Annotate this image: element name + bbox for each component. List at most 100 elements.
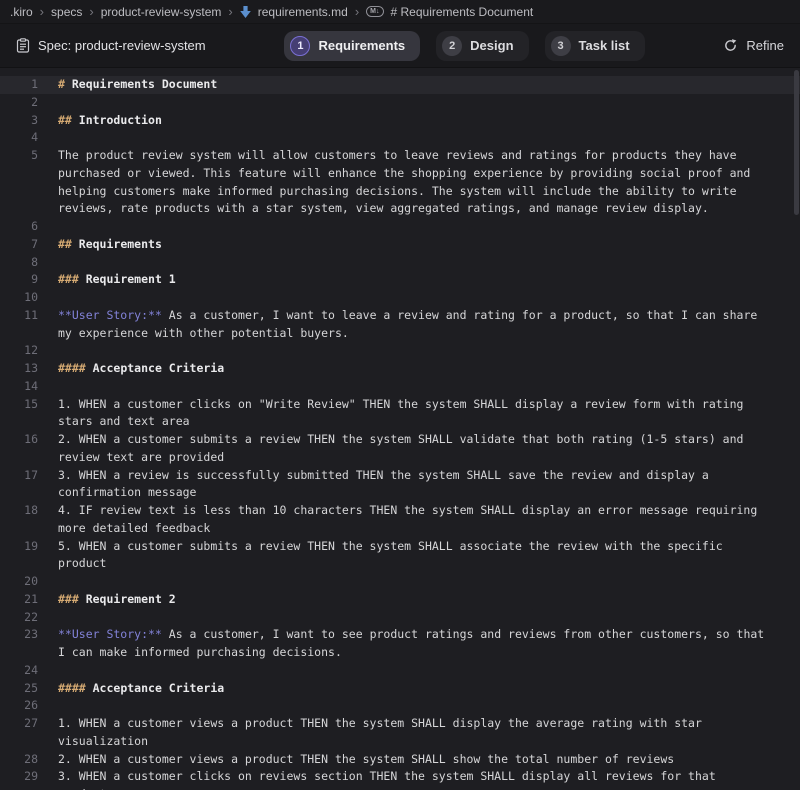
tab-requirements[interactable]: 1 Requirements <box>284 31 420 61</box>
line-number: 6 <box>0 218 38 236</box>
editor-line[interactable]: 17 3. WHEN a review is successfully submi… <box>0 467 800 503</box>
breadcrumb-item-kiro[interactable]: .kiro <box>10 5 33 19</box>
editor-line[interactable]: 27 1. WHEN a customer views a product THE… <box>0 715 800 751</box>
line-number: 14 <box>0 378 38 396</box>
line-number: 17 <box>0 467 38 485</box>
line-number: 27 <box>0 715 38 733</box>
line-number: 29 <box>0 768 38 786</box>
editor-line[interactable]: 21 ### Requirement 2 <box>0 591 800 609</box>
editor-line[interactable]: 151. WHEN a customer clicks on "Write Re… <box>0 396 800 432</box>
line-number: 18 <box>0 502 38 520</box>
editor-line[interactable]: 3 ## Introduction <box>0 112 800 130</box>
tab-task-list-label: Task list <box>579 38 630 53</box>
editor-line[interactable]: 10 <box>0 289 800 307</box>
editor-scrollbar[interactable] <box>794 70 799 215</box>
refine-button[interactable]: Refine <box>723 38 784 53</box>
editor-line[interactable]: 6 <box>0 218 800 236</box>
markdown-editor[interactable]: 1 # Requirements Document 23 ## Introductio… <box>0 68 800 790</box>
tab-task-list[interactable]: 3 Task list <box>545 31 645 61</box>
line-number: 24 <box>0 662 38 680</box>
editor-line[interactable]: 28 2. WHEN a customer views a product THE… <box>0 751 800 769</box>
line-number: 3 <box>0 112 38 130</box>
line-content[interactable]: ### Requirement 2 <box>58 591 800 609</box>
tab-task-list-badge: 3 <box>551 36 571 56</box>
editor-line[interactable]: 8 <box>0 254 800 272</box>
line-content[interactable]: ### Requirement 1 <box>58 271 800 289</box>
line-number: 28 <box>0 751 38 769</box>
line-content[interactable]: **User Story:** As a customer, I want to… <box>58 626 800 662</box>
editor-line[interactable]: 25#### Acceptance Criteria <box>0 680 800 698</box>
line-content[interactable] <box>58 573 800 591</box>
line-content[interactable] <box>58 662 800 680</box>
line-number: 5 <box>0 147 38 165</box>
line-content[interactable]: 1. WHEN a customer views a product THEN … <box>58 715 800 751</box>
tab-design[interactable]: 2 Design <box>436 31 528 61</box>
line-number: 23 <box>0 626 38 644</box>
breadcrumb: .kiro › specs › product-review-system › … <box>0 0 800 24</box>
editor-line[interactable]: 19 5. WHEN a customer submits a review TH… <box>0 538 800 574</box>
breadcrumb-item-requirements-md[interactable]: requirements.md <box>258 5 348 19</box>
line-content[interactable]: 2. WHEN a customer submits a review THEN… <box>58 431 800 467</box>
editor-line[interactable]: 1 # Requirements Document <box>0 76 800 94</box>
line-number: 9 <box>0 271 38 289</box>
editor-line[interactable]: 4 <box>0 129 800 147</box>
line-number: 20 <box>0 573 38 591</box>
breadcrumb-item-requirements-document-heading[interactable]: # Requirements Document <box>391 5 534 19</box>
line-number: 8 <box>0 254 38 272</box>
tab-design-badge: 2 <box>442 36 462 56</box>
line-content[interactable]: #### Acceptance Criteria <box>58 360 800 378</box>
line-number: 26 <box>0 697 38 715</box>
editor-line[interactable]: 20 <box>0 573 800 591</box>
line-content[interactable]: ## Introduction <box>58 112 800 130</box>
editor-line[interactable]: 24 <box>0 662 800 680</box>
editor-line[interactable]: 12 <box>0 342 800 360</box>
line-number: 1 <box>0 76 38 94</box>
line-content[interactable]: 3. WHEN a review is successfully submitt… <box>58 467 800 503</box>
editor-line[interactable]: 16 2. WHEN a customer submits a review TH… <box>0 431 800 467</box>
editor-line[interactable]: 2 <box>0 94 800 112</box>
editor-line[interactable]: 5 The product review system will allow cu… <box>0 147 800 218</box>
spec-title: Spec: product-review-system <box>16 38 206 53</box>
editor-line[interactable]: 23 **User Story:** As a customer, I want … <box>0 626 800 662</box>
line-content[interactable] <box>58 609 800 627</box>
line-number: 16 <box>0 431 38 449</box>
line-number: 12 <box>0 342 38 360</box>
editor-line[interactable]: 13 #### Acceptance Criteria <box>0 360 800 378</box>
line-number: 19 <box>0 538 38 556</box>
editor-line[interactable]: 7## Requirements <box>0 236 800 254</box>
line-number: 11 <box>0 307 38 325</box>
spec-clipboard-icon <box>16 38 30 53</box>
line-content[interactable]: 4. IF review text is less than 10 charac… <box>58 502 800 538</box>
line-content[interactable]: 3. WHEN a customer clicks on reviews sec… <box>58 768 800 790</box>
line-content[interactable]: ## Requirements <box>58 236 800 254</box>
line-content[interactable]: # Requirements Document <box>58 76 800 94</box>
line-content[interactable]: #### Acceptance Criteria <box>58 680 800 698</box>
line-number: 13 <box>0 360 38 378</box>
line-content[interactable] <box>58 218 800 236</box>
editor-line[interactable]: 26 <box>0 697 800 715</box>
line-content[interactable]: 1. WHEN a customer clicks on "Write Revi… <box>58 396 800 432</box>
breadcrumb-item-product-review-system[interactable]: product-review-system <box>101 5 222 19</box>
editor-line[interactable]: 9 ### Requirement 1 <box>0 271 800 289</box>
line-content[interactable] <box>58 289 800 307</box>
line-content[interactable] <box>58 342 800 360</box>
line-content[interactable]: 2. WHEN a customer views a product THEN … <box>58 751 800 769</box>
line-content[interactable] <box>58 94 800 112</box>
editor-line[interactable]: 14 <box>0 378 800 396</box>
line-content[interactable]: 5. WHEN a customer submits a review THEN… <box>58 538 800 574</box>
tab-requirements-label: Requirements <box>318 38 405 53</box>
line-content[interactable] <box>58 697 800 715</box>
line-content[interactable] <box>58 378 800 396</box>
line-number: 21 <box>0 591 38 609</box>
editor-line[interactable]: 11 **User Story:** As a customer, I want … <box>0 307 800 343</box>
line-number: 2 <box>0 94 38 112</box>
editor-line[interactable]: 29 3. WHEN a customer clicks on reviews s… <box>0 768 800 790</box>
line-content[interactable]: The product review system will allow cus… <box>58 147 800 218</box>
breadcrumb-item-specs[interactable]: specs <box>51 5 82 19</box>
editor-line[interactable]: 22 <box>0 609 800 627</box>
line-content[interactable] <box>58 254 800 272</box>
line-content[interactable]: **User Story:** As a customer, I want to… <box>58 307 800 343</box>
line-content[interactable] <box>58 129 800 147</box>
markdown-file-icon <box>240 6 251 18</box>
editor-line[interactable]: 18 4. IF review text is less than 10 char… <box>0 502 800 538</box>
